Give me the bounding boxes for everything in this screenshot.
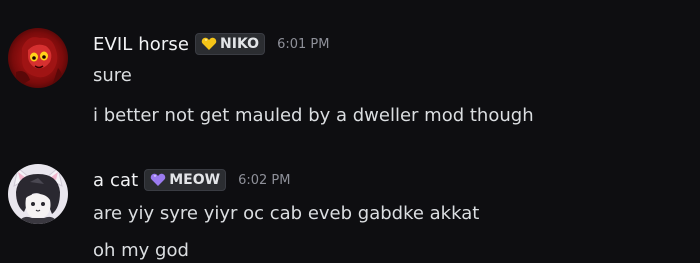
message-text: oh my god [93, 240, 189, 261]
avatar-image [8, 28, 68, 88]
chat-messages: EVIL horse NIKO 6:01 PM sure i better no… [0, 0, 700, 263]
timestamp[interactable]: 6:01 PM [277, 37, 329, 52]
timestamp[interactable]: 6:02 PM [238, 173, 290, 188]
username[interactable]: EVIL horse [93, 34, 189, 55]
username[interactable]: a cat [93, 170, 138, 191]
avatar[interactable] [8, 164, 68, 224]
server-tag[interactable]: MEOW [144, 169, 227, 191]
purple-heart-icon [150, 173, 166, 187]
server-tag[interactable]: NIKO [195, 33, 266, 55]
message-header: EVIL horse NIKO 6:01 PM [93, 31, 329, 57]
avatar-image [8, 164, 68, 224]
message-header: a cat MEOW 6:02 PM [93, 167, 290, 193]
server-tag-label: MEOW [169, 172, 221, 188]
message-text: i better not get mauled by a dweller mod… [93, 105, 534, 126]
message-text: sure [93, 65, 132, 86]
server-tag-label: NIKO [220, 36, 260, 52]
message-text: are yiy syre yiyr oc cab eveb gabdke akk… [93, 203, 480, 224]
avatar[interactable] [8, 28, 68, 88]
yellow-heart-icon [201, 37, 217, 51]
